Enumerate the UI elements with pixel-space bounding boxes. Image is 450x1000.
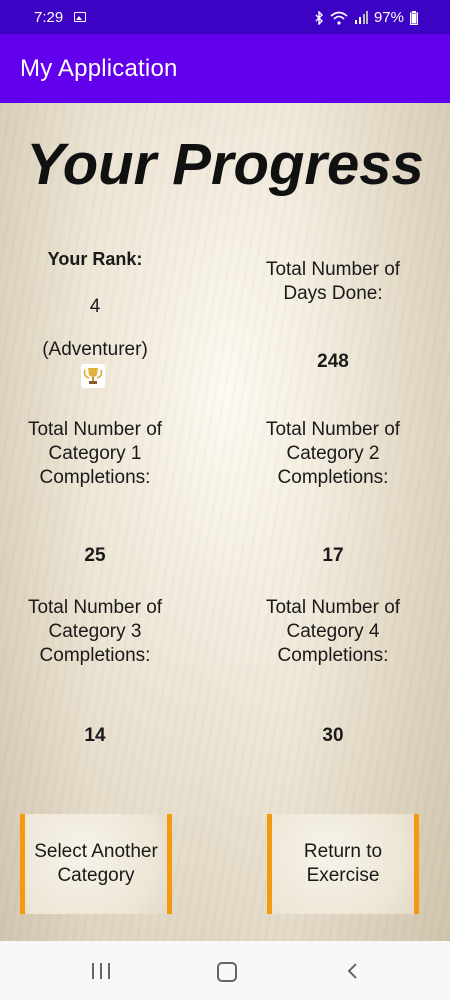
status-time: 7:29 [34,9,64,26]
bluetooth-icon [315,10,323,25]
navigation-bar [0,941,450,1000]
image-icon [74,12,86,22]
category3-label: Total Number of Category 3 Completions: [27,597,163,666]
wifi-icon [330,11,348,25]
page-title: Your Progress [26,132,424,197]
status-bar: 7:29 97% [0,0,450,34]
app-title: My Application [20,55,178,82]
select-category-button[interactable]: Select Another Category [20,814,172,914]
rank-value: 4 [89,296,101,317]
days-done-label: Total Number of Days Done: [265,259,401,304]
battery-percent: 97% [373,9,404,26]
category4-label: Total Number of Category 4 Completions: [265,597,401,666]
signal-icon [354,11,368,24]
category2-value: 17 [322,545,344,566]
back-icon[interactable] [344,962,362,980]
recents-icon[interactable] [92,963,110,979]
category4-value: 30 [322,725,344,746]
home-icon[interactable] [217,962,237,982]
status-icons: 97% [314,9,418,26]
app-bar: My Application [0,34,450,103]
return-to-exercise-button[interactable]: Return to Exercise [267,814,419,914]
category1-label: Total Number of Category 1 Completions: [27,419,163,488]
category1-value: 25 [84,545,106,566]
trophy-icon [81,364,105,388]
progress-screen: Your Progress Your Rank: 4 (Adventurer) … [0,103,450,941]
battery-icon [410,10,418,25]
rank-name: (Adventurer) [42,339,148,360]
rank-label: Your Rank: [47,249,143,269]
category3-value: 14 [84,725,106,746]
days-done-value: 248 [317,351,349,372]
category2-label: Total Number of Category 2 Completions: [265,419,401,488]
